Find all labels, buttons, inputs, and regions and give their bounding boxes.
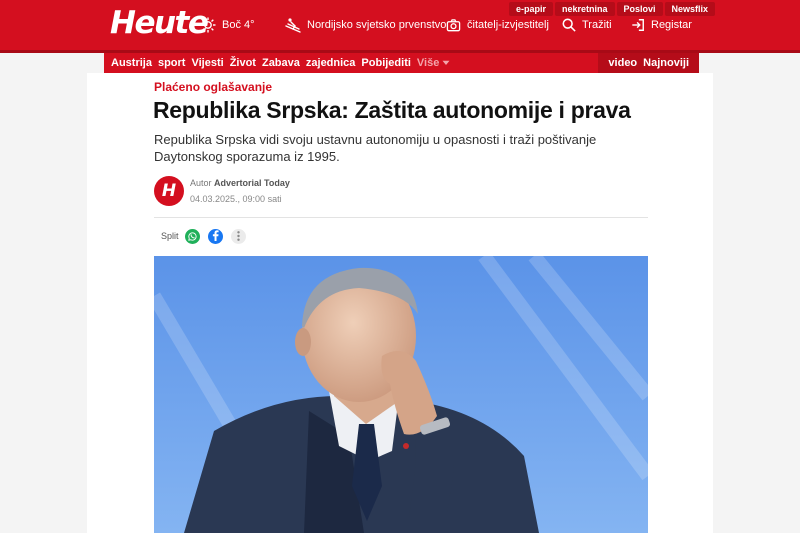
nav-item-zajednica[interactable]: zajednica <box>306 57 356 69</box>
divider <box>154 217 648 218</box>
main-nav: Austrija sport Vijesti Život Zabava zaje… <box>104 53 699 73</box>
author-line: Autor Advertorial Today <box>190 178 290 188</box>
author-avatar[interactable]: H <box>154 176 184 206</box>
weather-temperature: 4° <box>244 19 255 31</box>
reporter-label: čitatelj-izvjestitelj <box>467 19 549 31</box>
search-icon <box>562 18 576 32</box>
nav-item-zivot[interactable]: Život <box>230 57 256 69</box>
portal-link-epapir[interactable]: e-papir <box>509 2 554 16</box>
sponsored-label: Plaćeno oglašavanje <box>154 80 273 94</box>
article-date: 04.03.2025., 09:00 sati <box>190 194 282 204</box>
nav-item-sport[interactable]: sport <box>158 57 186 69</box>
chevron-down-icon <box>442 57 450 69</box>
portal-links: e-papir nekretnina Poslovi Newsflix <box>509 2 716 16</box>
login-icon <box>631 18 645 32</box>
portal-link-nekretnina[interactable]: nekretnina <box>555 2 615 16</box>
nav-item-austrija[interactable]: Austrija <box>111 57 152 69</box>
more-share-button[interactable] <box>231 229 246 244</box>
facebook-share-button[interactable] <box>208 229 223 244</box>
weather-widget[interactable]: Boč 4° <box>200 0 255 50</box>
search-label: Tražiti <box>582 19 612 31</box>
nav-left: Austrija sport Vijesti Život Zabava zaje… <box>104 57 450 69</box>
nav-item-najnoviji[interactable]: Najnoviji <box>643 57 689 69</box>
whatsapp-share-button[interactable] <box>185 229 200 244</box>
site-logo[interactable]: Heute <box>110 5 209 41</box>
article-headline: Republika Srpska: Zaštita autonomije i p… <box>153 97 631 123</box>
nav-item-zabava[interactable]: Zabava <box>262 57 300 69</box>
nordisk-link[interactable]: Nordijsko svjetsko prvenstvo <box>285 0 446 50</box>
camera-icon <box>446 18 461 33</box>
more-vertical-icon <box>237 228 240 246</box>
share-label: Split <box>161 231 179 241</box>
nav-more-label: Više <box>416 57 440 69</box>
nav-more-button[interactable]: Više <box>417 57 450 69</box>
article-photo-illustration <box>154 256 648 533</box>
author-name[interactable]: Advertorial Today <box>214 178 290 188</box>
author-prefix: Autor <box>190 178 212 188</box>
ski-jumper-icon <box>285 17 301 33</box>
portal-link-newsflix[interactable]: Newsflix <box>664 2 716 16</box>
register-label: Registar <box>651 19 692 31</box>
nav-item-video[interactable]: video <box>608 57 637 69</box>
sun-icon <box>200 17 216 33</box>
article-lead: Republika Srpska vidi svoju ustavnu auto… <box>154 132 597 164</box>
nav-right: video Najnoviji <box>598 53 699 73</box>
facebook-icon <box>211 228 220 246</box>
whatsapp-icon <box>188 228 197 246</box>
nordisk-label: Nordijsko svjetsko prvenstvo <box>307 19 447 31</box>
nav-item-vijesti[interactable]: Vijesti <box>191 57 223 69</box>
weather-city: Boč <box>222 19 241 31</box>
nav-item-pobijediti[interactable]: Pobijediti <box>361 57 411 69</box>
weather-text: Boč 4° <box>222 19 255 31</box>
portal-link-poslovi[interactable]: Poslovi <box>616 2 663 16</box>
article-image <box>154 256 648 533</box>
